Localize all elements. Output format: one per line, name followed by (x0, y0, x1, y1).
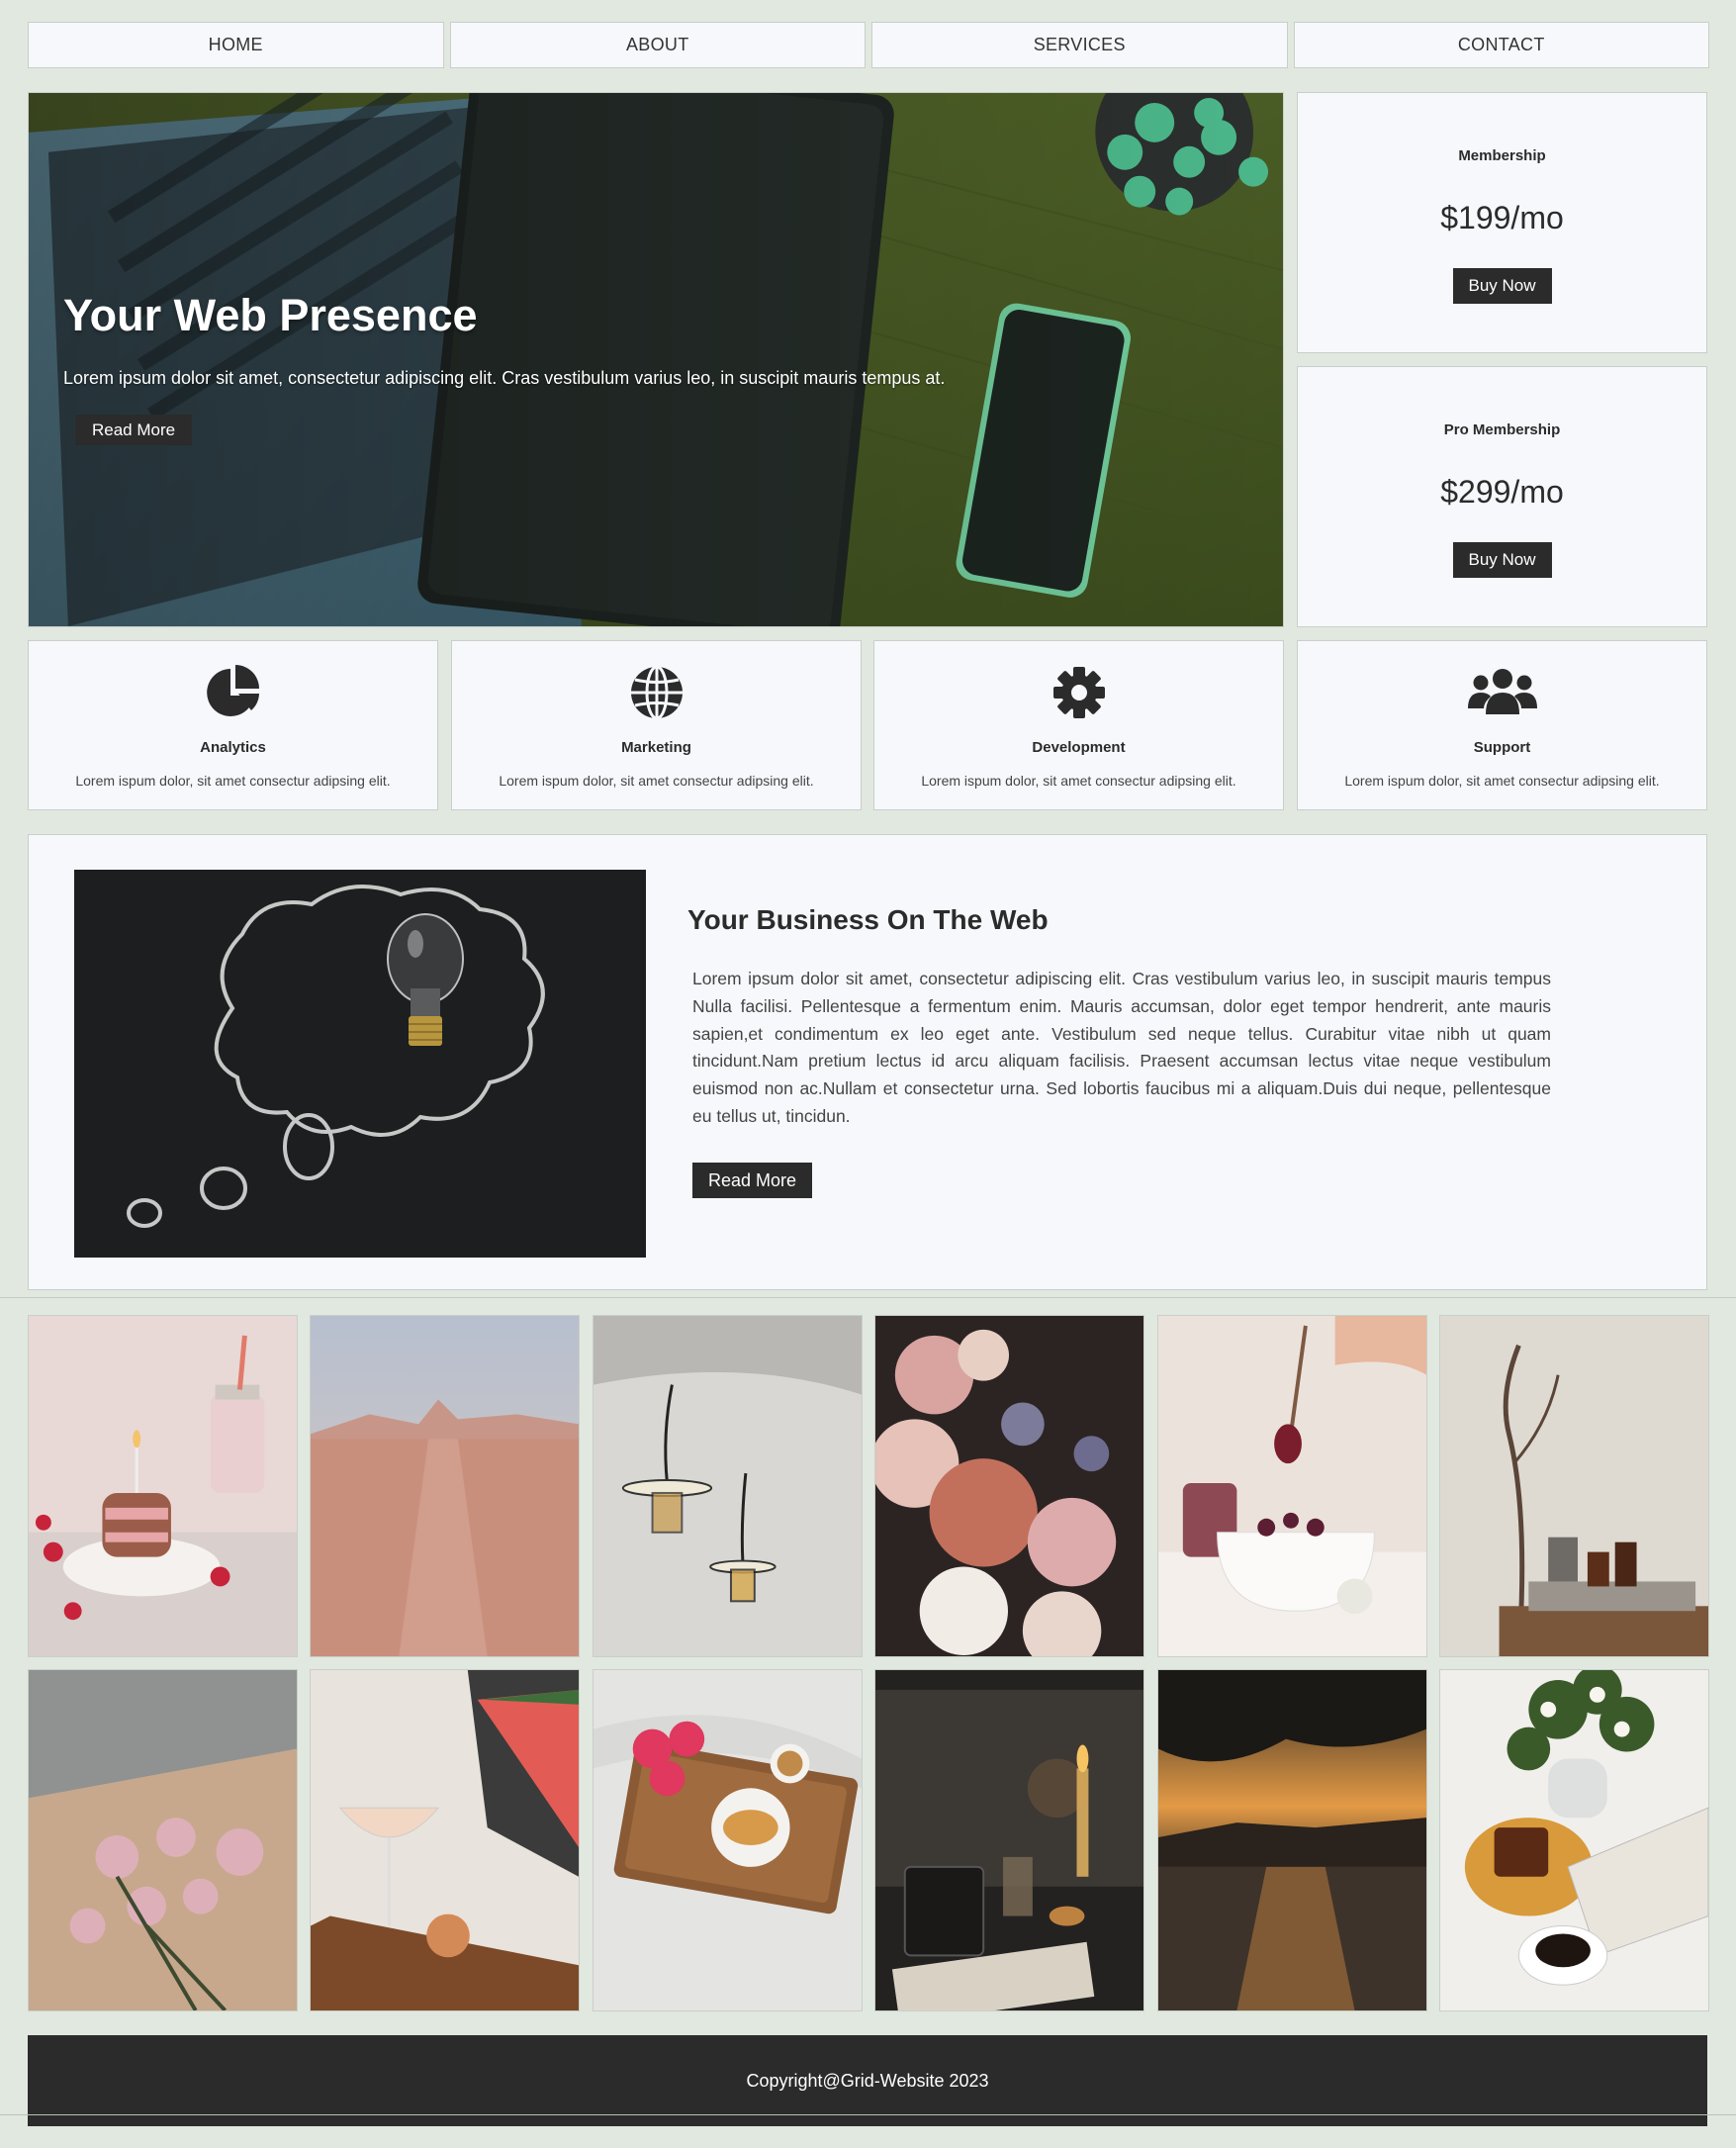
gallery-photo-watermelon-drink[interactable] (310, 1669, 581, 2011)
feature-text: Lorem ispum dolor, sit amet consectur ad… (1344, 773, 1660, 789)
about-title: Your Business On The Web (687, 904, 1049, 935)
hero-read-more-button[interactable]: Read More (75, 415, 193, 445)
gallery-photo-hanging-lamps[interactable] (592, 1315, 863, 1657)
nav-home[interactable]: HOME (28, 22, 444, 68)
users-icon (1467, 669, 1537, 714)
pricing-title: Membership (1458, 147, 1546, 164)
top-nav: HOME ABOUT SERVICES CONTACT (28, 22, 1709, 68)
nav-contact[interactable]: CONTACT (1293, 22, 1709, 68)
buy-now-button[interactable]: Buy Now (1452, 268, 1552, 304)
nav-services[interactable]: SERVICES (871, 22, 1288, 68)
hero-title: Your Web Presence (63, 290, 478, 340)
hero-content: Your Web Presence Lorem ipsum dolor sit … (63, 290, 945, 389)
about-section: Your Business On The Web Lorem ipsum dol… (28, 834, 1707, 1290)
gallery-photo-berry-bowl[interactable] (1156, 1315, 1427, 1657)
gallery-photo-peonies-on-paper[interactable] (28, 1669, 298, 2011)
copyright-text: Copyright@Grid-Website 2023 (746, 2070, 989, 2091)
nav-about[interactable]: ABOUT (449, 22, 866, 68)
pricing-price: $199/mo (1440, 200, 1564, 235)
pricing-card-pro-membership: Pro Membership $299/mo Buy Now (1297, 366, 1707, 627)
feature-card-development: Development Lorem ispum dolor, sit amet … (873, 640, 1284, 810)
section-divider (0, 1297, 1736, 1298)
gallery-photo-flower-bouquet[interactable] (874, 1315, 1145, 1657)
about-read-more-button[interactable]: Read More (692, 1163, 813, 1198)
hero-banner: Your Web Presence Lorem ipsum dolor sit … (28, 92, 1284, 627)
feature-card-support: Support Lorem ispum dolor, sit amet cons… (1297, 640, 1707, 810)
gallery-photo-breakfast-tray[interactable] (592, 1669, 863, 2011)
gallery-photo-coffee-candle[interactable] (1438, 1669, 1709, 2011)
gear-icon (1052, 667, 1105, 718)
feature-text: Lorem ispum dolor, sit amet consectur ad… (499, 773, 814, 789)
feature-card-analytics: Analytics Lorem ispum dolor, sit amet co… (28, 640, 438, 810)
footer: Copyright@Grid-Website 2023 (28, 2035, 1707, 2126)
feature-title: Analytics (200, 739, 266, 756)
about-text: Lorem ipsum dolor sit amet, consectetur … (692, 969, 1551, 1126)
pricing-price: $299/mo (1440, 474, 1564, 510)
feature-title: Development (1032, 739, 1126, 756)
feature-title: Marketing (621, 739, 691, 756)
feature-title: Support (1473, 739, 1531, 756)
hero-text: Lorem ipsum dolor sit amet, consectetur … (63, 368, 946, 388)
gallery-photo-pancake-cake[interactable] (28, 1315, 298, 1657)
gallery-photo-desert[interactable] (310, 1315, 581, 1657)
bottom-divider (0, 2114, 1736, 2115)
pricing-title: Pro Membership (1443, 421, 1561, 438)
gallery-photo-branch-still-life[interactable] (1438, 1315, 1709, 1657)
pie-chart-icon (206, 665, 259, 716)
pricing-card-membership: Membership $199/mo Buy Now (1297, 92, 1707, 353)
feature-text: Lorem ispum dolor, sit amet consectur ad… (75, 773, 391, 789)
feature-text: Lorem ispum dolor, sit amet consectur ad… (921, 773, 1236, 789)
gallery-photo-candle-window[interactable] (874, 1669, 1145, 2011)
buy-now-button[interactable]: Buy Now (1452, 542, 1552, 578)
feature-card-marketing: Marketing Lorem ispum dolor, sit amet co… (451, 640, 862, 810)
photo-gallery (28, 1315, 1709, 2011)
gallery-photo-sunset-lake[interactable] (1156, 1669, 1427, 2011)
globe-icon (630, 665, 683, 720)
lightbulb-image (74, 870, 646, 1258)
